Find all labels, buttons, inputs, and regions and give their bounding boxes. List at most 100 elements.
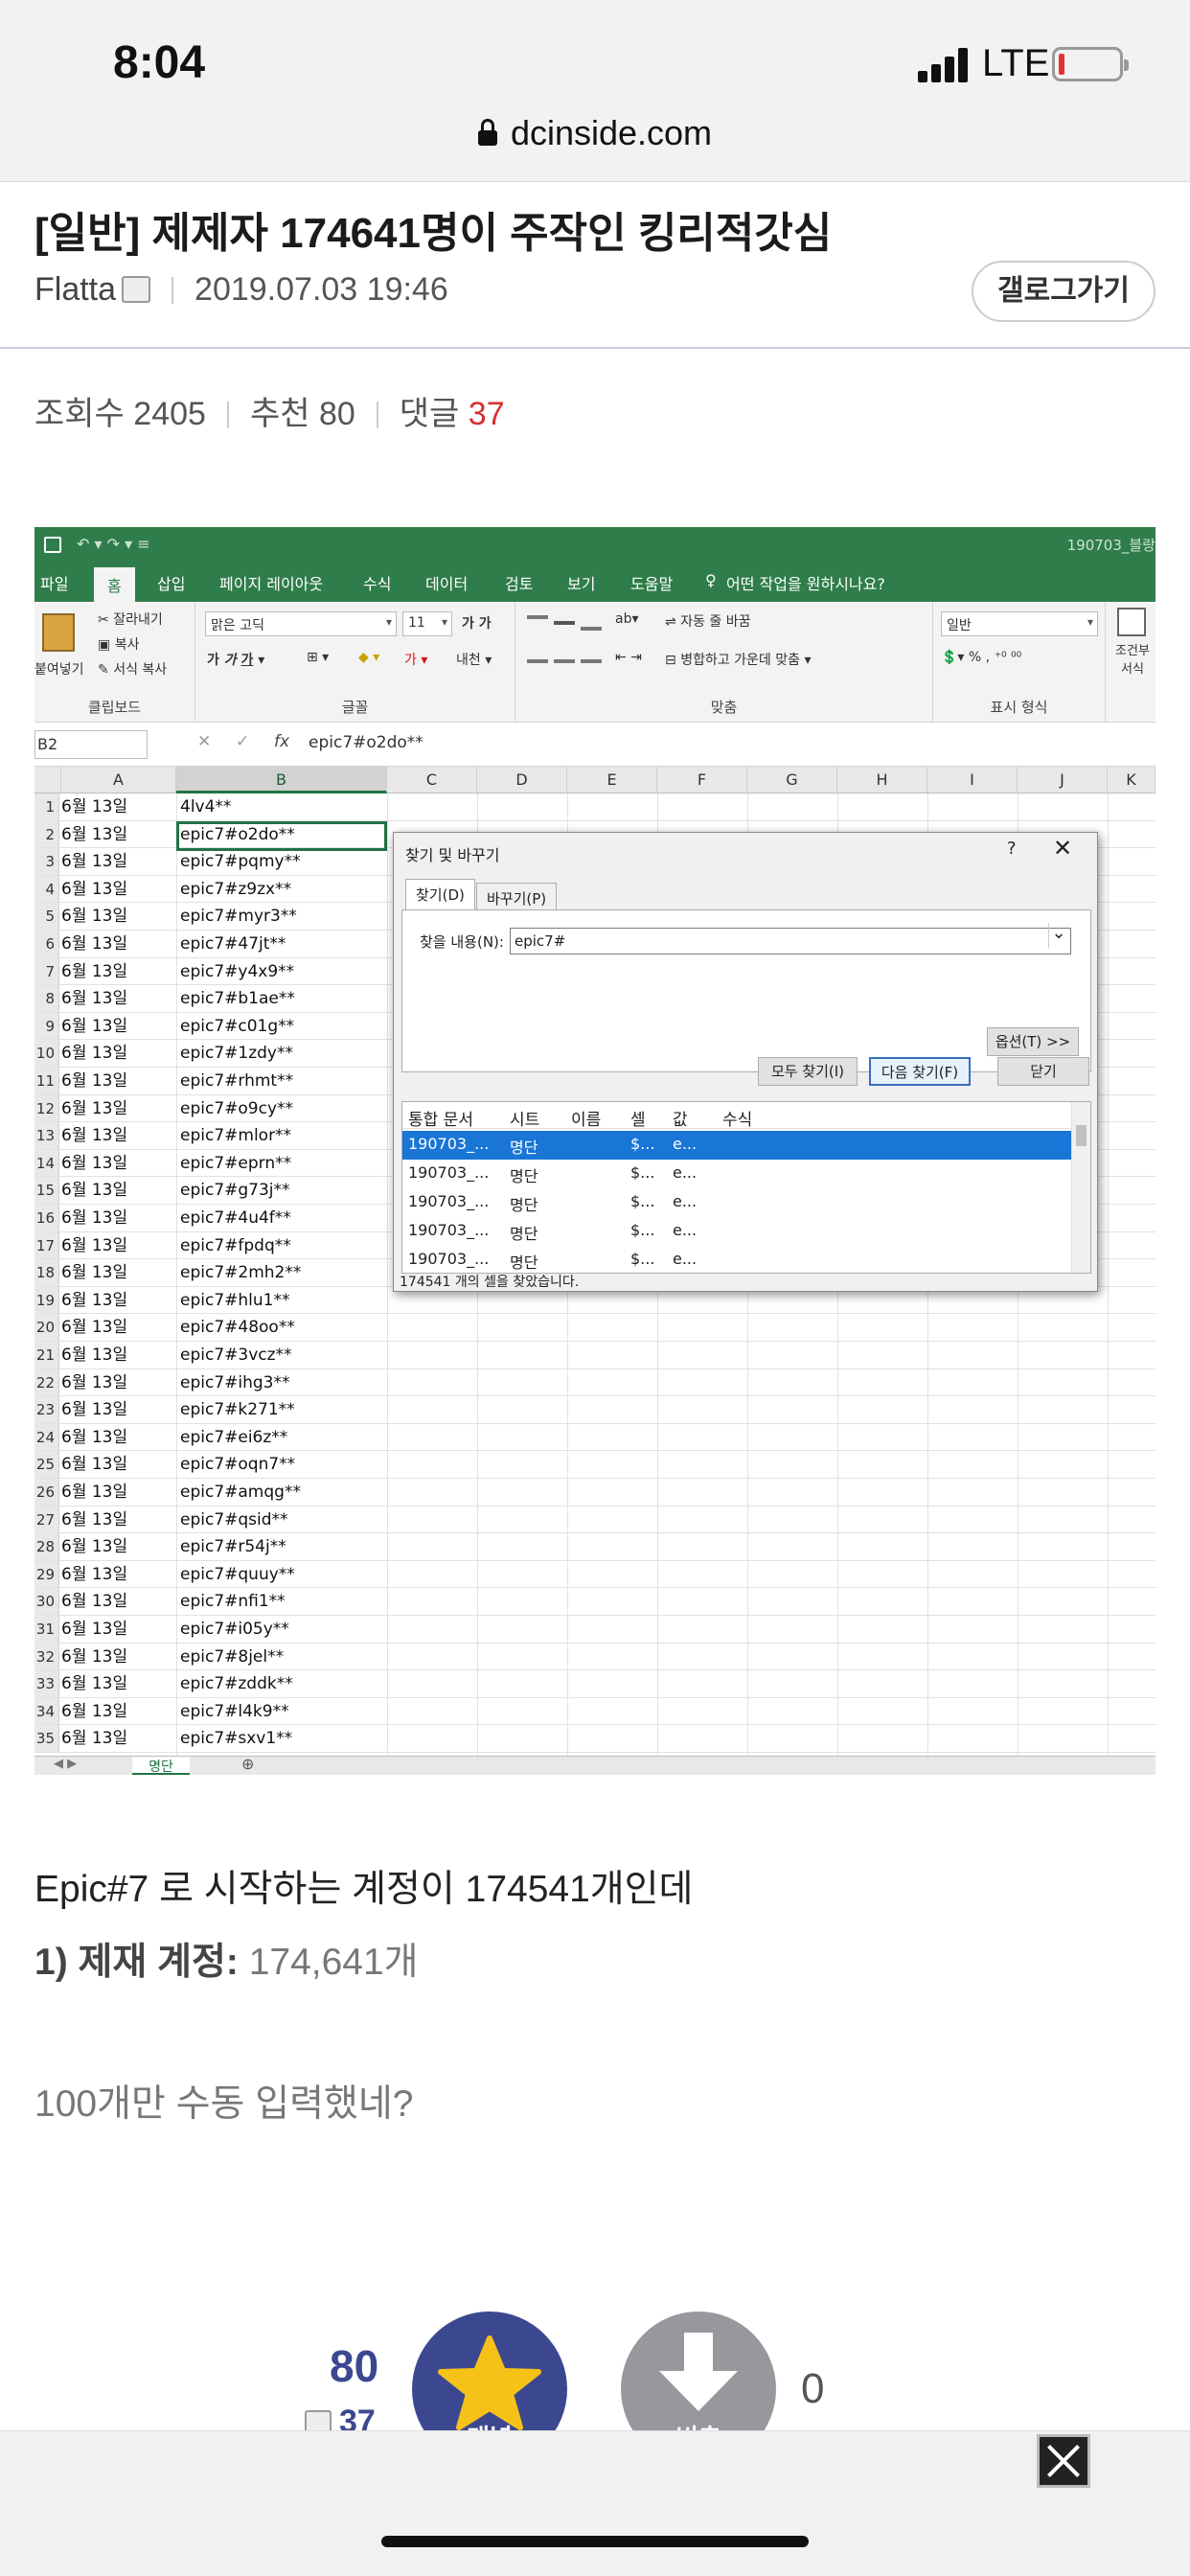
cell-account[interactable]: epic7#ei6z** <box>180 1424 287 1451</box>
row-number[interactable]: 17 <box>34 1231 59 1259</box>
bold-italic-underline-icon[interactable]: 가 가 가 ▾ <box>207 650 264 669</box>
conditional-format-button[interactable]: 조건부 서식 <box>1110 640 1156 677</box>
excel-screenshot[interactable]: ↶ ▾ ↷ ▾ ≡ 190703_블랑 파일 홈 삽입 페이지 레이아웃 수식 … <box>34 527 1156 1775</box>
cell-account[interactable]: epic7#4u4f** <box>180 1205 291 1231</box>
row-number[interactable]: 4 <box>34 875 59 903</box>
cell-account[interactable]: epic7#qsid** <box>180 1506 288 1533</box>
tell-me-box[interactable]: 어떤 작업을 원하시나요? <box>726 571 885 594</box>
cell-account[interactable]: epic7#ihg3** <box>180 1369 289 1396</box>
cell-date[interactable]: 6월 13일 <box>61 1040 127 1067</box>
cell-date[interactable]: 6월 13일 <box>61 1451 127 1478</box>
cell-account[interactable]: epic7#1zdy** <box>180 1040 293 1067</box>
cell-account[interactable]: epic7#pqmy** <box>180 848 301 875</box>
copy-button[interactable]: ▣ 복사 <box>98 634 139 654</box>
tab-home[interactable]: 홈 <box>94 567 135 602</box>
close-button[interactable]: 닫기 <box>997 1057 1089 1086</box>
table-row[interactable]: 26 6월 13일 epic7#amqg** <box>34 1479 1156 1506</box>
col-formula[interactable]: 수식 <box>722 1106 752 1130</box>
phonetic-icon[interactable]: 내천 ▾ <box>456 650 492 669</box>
cell-date[interactable]: 6월 13일 <box>61 1068 127 1094</box>
cell-date[interactable]: 6월 13일 <box>61 1644 127 1670</box>
results-list[interactable]: 통합 문서 시트 이름 셀 값 수식 190703_... 명단 $... e... 1… <box>401 1101 1091 1274</box>
cell-date[interactable]: 6월 13일 <box>61 1177 127 1204</box>
cell-account[interactable]: epic7#48oo** <box>180 1314 295 1341</box>
cell-date[interactable]: 6월 13일 <box>61 1533 127 1560</box>
row-number[interactable]: 33 <box>34 1670 59 1697</box>
paste-button[interactable]: 붙여넣기 <box>34 659 84 678</box>
cell-account[interactable]: epic7#hlu1** <box>180 1287 289 1314</box>
comment-label[interactable]: 댓글 <box>400 396 460 432</box>
table-row[interactable]: 35 6월 13일 epic7#sxv1** <box>34 1725 1156 1753</box>
cell-account[interactable]: 4lv4** <box>180 794 231 820</box>
cell-account[interactable]: epic7#fpdq** <box>180 1232 291 1259</box>
cell-date[interactable]: 6월 13일 <box>61 1396 127 1423</box>
tab-insert[interactable]: 삽입 <box>157 571 185 594</box>
row-number[interactable]: 27 <box>34 1506 59 1533</box>
cell-date[interactable]: 6월 13일 <box>61 1369 127 1396</box>
merge-center-button[interactable]: ⊟ 병합하고 가운데 맞춤 ▾ <box>665 650 812 669</box>
cell-date[interactable]: 6월 13일 <box>61 1424 127 1451</box>
result-row[interactable]: 190703_... 명단 $... e... <box>402 1188 1073 1217</box>
author-name[interactable]: Flatta <box>34 271 116 308</box>
table-row[interactable]: 22 6월 13일 epic7#ihg3** <box>34 1368 1156 1397</box>
row-number[interactable]: 35 <box>34 1725 59 1752</box>
row-number[interactable]: 10 <box>34 1040 59 1067</box>
row-number[interactable]: 9 <box>34 1012 59 1040</box>
indent-icon[interactable]: ⇤ ⇥ <box>615 650 642 665</box>
font-color-icon[interactable]: 가 ▾ <box>404 650 427 669</box>
cancel-icon[interactable]: ✕ <box>197 732 211 751</box>
table-row[interactable]: 29 6월 13일 epic7#quuy** <box>34 1560 1156 1589</box>
cell-account[interactable]: epic7#myr3** <box>180 903 297 930</box>
row-number[interactable]: 23 <box>34 1396 59 1423</box>
column-header[interactable]: G <box>747 767 837 794</box>
row-number[interactable]: 12 <box>34 1094 59 1122</box>
row-number[interactable]: 8 <box>34 985 59 1012</box>
results-scrollbar[interactable] <box>1071 1102 1090 1273</box>
row-number[interactable]: 16 <box>34 1205 59 1231</box>
cell-date[interactable]: 6월 13일 <box>61 1232 127 1259</box>
col-value[interactable]: 값 <box>673 1106 688 1130</box>
cell-date[interactable]: 6월 13일 <box>61 1342 127 1368</box>
cell-date[interactable]: 6월 13일 <box>61 1479 127 1506</box>
tab-file[interactable]: 파일 <box>40 571 68 594</box>
formula-input[interactable]: epic7#o2do** <box>309 733 423 752</box>
fill-color-icon[interactable]: ◆ ▾ <box>358 650 379 665</box>
tab-data[interactable]: 데이터 <box>425 571 468 594</box>
row-number[interactable]: 14 <box>34 1149 59 1177</box>
close-ad-button[interactable] <box>1037 2434 1090 2488</box>
column-header[interactable]: D <box>477 767 567 794</box>
cell-account[interactable]: epic7#amqg** <box>180 1479 301 1506</box>
column-header[interactable]: J <box>1018 767 1108 794</box>
col-name[interactable]: 이름 <box>571 1106 601 1130</box>
cell-account[interactable]: epic7#2mh2** <box>180 1259 301 1286</box>
cell-date[interactable]: 6월 13일 <box>61 1205 127 1231</box>
cell-date[interactable]: 6월 13일 <box>61 958 127 985</box>
function-icon[interactable]: fx <box>274 732 289 751</box>
tab-page-layout[interactable]: 페이지 레이아웃 <box>219 571 323 594</box>
row-number[interactable]: 18 <box>34 1259 59 1286</box>
font-name-select[interactable]: 맑은 고딕 <box>205 611 397 636</box>
cell-date[interactable]: 6월 13일 <box>61 903 127 930</box>
cell-date[interactable]: 6월 13일 <box>61 931 127 957</box>
orientation-icon[interactable]: ab▾ <box>615 611 639 627</box>
number-format-select[interactable]: 일반 <box>941 611 1098 636</box>
sheet-tab-active[interactable]: 명단 <box>132 1757 190 1775</box>
table-row[interactable]: 20 6월 13일 epic7#48oo** <box>34 1314 1156 1342</box>
row-number[interactable]: 34 <box>34 1697 59 1725</box>
column-header[interactable]: B <box>176 767 387 794</box>
cell-account[interactable]: epic7#k271** <box>180 1396 295 1423</box>
cell-account[interactable]: epic7#8jel** <box>180 1644 284 1670</box>
row-number[interactable]: 25 <box>34 1451 59 1478</box>
column-header[interactable]: F <box>657 767 747 794</box>
cell-account[interactable]: epic7#c01g** <box>180 1013 294 1040</box>
cell-account[interactable]: epic7#i05y** <box>180 1616 289 1643</box>
cell-account[interactable]: epic7#g73j** <box>180 1177 290 1204</box>
row-number[interactable]: 20 <box>34 1314 59 1341</box>
cell-date[interactable]: 6월 13일 <box>61 848 127 875</box>
tab-view[interactable]: 보기 <box>567 571 595 594</box>
align-center-icon[interactable] <box>554 659 575 663</box>
result-row[interactable]: 190703_... 명단 $... e... <box>402 1160 1073 1188</box>
align-top-icon[interactable] <box>527 615 548 619</box>
cell-account[interactable]: epic7#b1ae** <box>180 985 295 1012</box>
row-number[interactable]: 5 <box>34 903 59 930</box>
